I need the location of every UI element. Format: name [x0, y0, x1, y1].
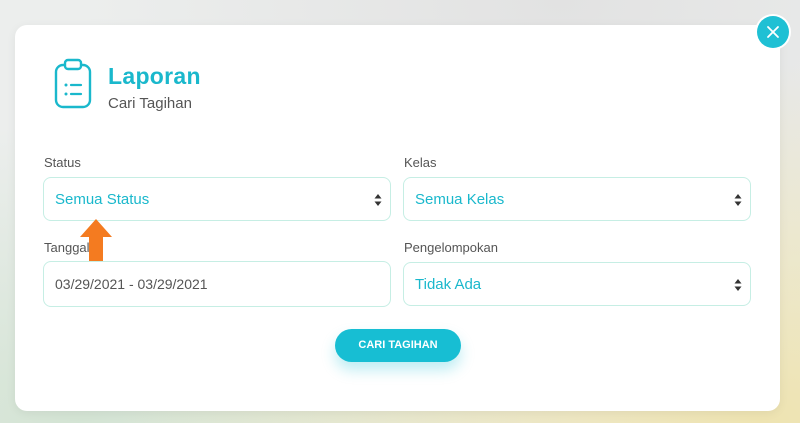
close-icon [767, 26, 779, 38]
status-select[interactable]: Semua Status [43, 177, 391, 221]
pengelompokan-select[interactable]: Tidak Ada [403, 262, 751, 306]
search-bills-button[interactable]: CARI TAGIHAN [335, 329, 461, 362]
select-arrows-icon [734, 279, 742, 291]
pengelompokan-select-value: Tidak Ada [415, 276, 482, 293]
page-subtitle: Cari Tagihan [108, 95, 192, 112]
select-arrows-icon [374, 194, 382, 206]
status-select-value: Semua Status [55, 191, 150, 208]
pengelompokan-label: Pengelompokan [404, 240, 498, 255]
date-range-input[interactable]: 03/29/2021 - 03/29/2021 [43, 261, 391, 307]
date-range-value: 03/29/2021 - 03/29/2021 [55, 276, 208, 292]
annotation-arrow-icon [80, 219, 112, 261]
close-button[interactable] [757, 16, 789, 48]
page-title: Laporan [108, 63, 201, 89]
kelas-select[interactable]: Semua Kelas [403, 177, 751, 221]
clipboard-icon [54, 58, 92, 109]
select-arrows-icon [734, 194, 742, 206]
kelas-select-value: Semua Kelas [415, 191, 505, 208]
status-label: Status [44, 155, 81, 170]
kelas-label: Kelas [404, 155, 437, 170]
